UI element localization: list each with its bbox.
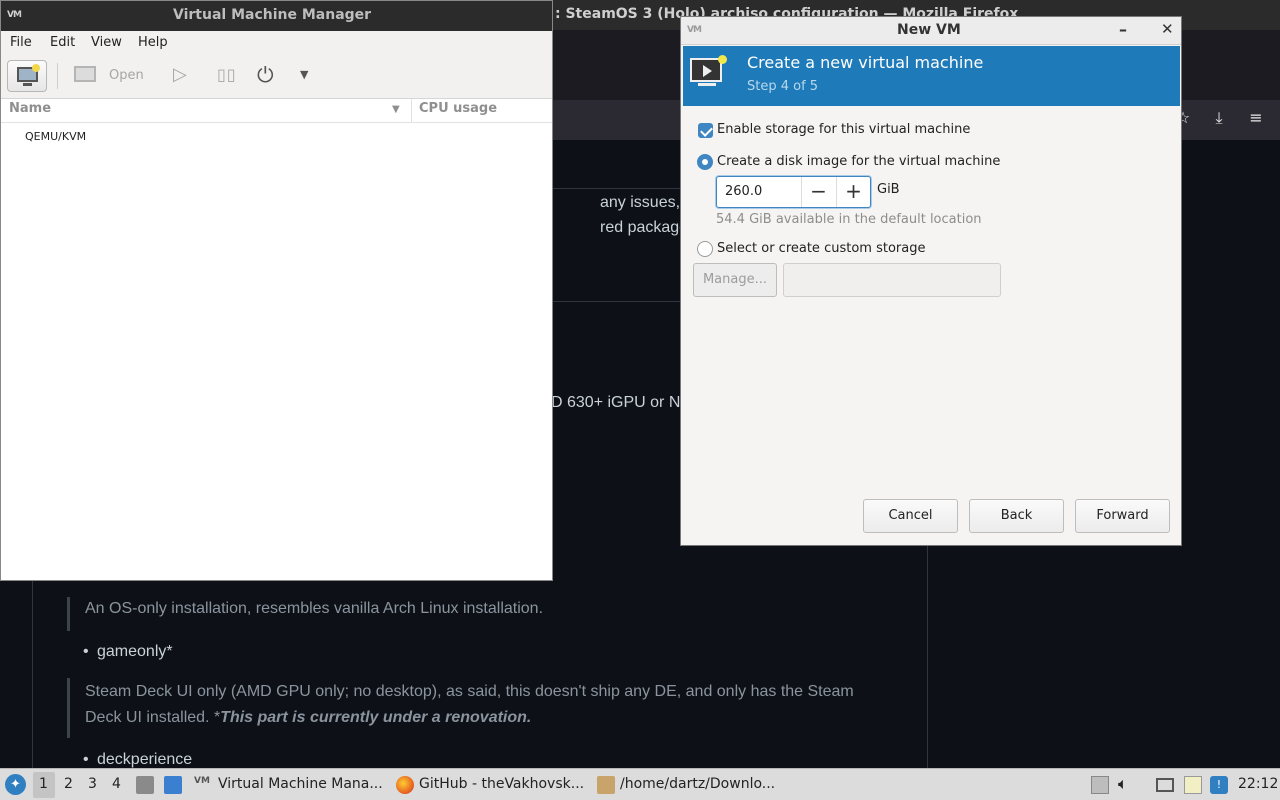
list-header: Name ▼ CPU usage (1, 99, 552, 123)
disk-size-spinner[interactable]: 260.0 − + (716, 176, 871, 208)
power-dropdown-icon[interactable]: ▼ (300, 68, 308, 81)
download-icon[interactable]: ⤓ (1208, 108, 1230, 130)
blockquote-line: Deck UI installed. *This part is current… (85, 705, 895, 731)
column-cpu[interactable]: CPU usage (419, 101, 497, 116)
back-button[interactable]: Back (969, 499, 1064, 533)
connection-row[interactable]: QEMU/KVM (25, 130, 86, 143)
increment-button[interactable]: + (836, 177, 870, 207)
menu-view[interactable]: View (91, 35, 122, 50)
open-button[interactable]: Open (109, 68, 144, 83)
vmm-toolbar: Open ▷ ▯▯ ⏻ ▼ (1, 55, 552, 99)
cancel-button[interactable]: Cancel (863, 499, 958, 533)
sort-icon[interactable]: ▼ (392, 104, 400, 115)
blockquote-bar (67, 597, 70, 631)
task-archive[interactable]: /home/dartz/Downlo... (620, 776, 775, 792)
enable-storage-checkbox[interactable] (698, 123, 713, 138)
pause-icon[interactable]: ▯▯ (217, 65, 237, 84)
start-menu-icon[interactable]: ✦ (5, 774, 26, 795)
vmm-menubar: File Edit View Help (1, 31, 552, 55)
dialog-titlebar: VM New VM – ✕ (681, 17, 1181, 45)
vmm-task-icon: VM (194, 776, 210, 786)
manage-button[interactable]: Manage... (693, 263, 777, 297)
custom-storage-path-field[interactable] (783, 263, 1001, 297)
vmm-app-icon: VM (7, 10, 22, 20)
vmm-titlebar: VM Virtual Machine Manager (1, 1, 552, 31)
forward-button[interactable]: Forward (1075, 499, 1170, 533)
wizard-title: Create a new virtual machine (747, 53, 984, 72)
blockquote-bar (67, 678, 70, 738)
vm-list: Name ▼ CPU usage QEMU/KVM (1, 99, 552, 580)
workspace-3[interactable]: 3 (88, 776, 97, 792)
wizard-header: Create a new virtual machine Step 4 of 5 (683, 46, 1180, 106)
blockquote-text: An OS-only installation, resembles vanil… (85, 600, 544, 617)
show-desktop-icon[interactable] (164, 776, 182, 794)
blockquote-part: Deck UI installed. * (85, 709, 221, 726)
text-line: D 630+ iGPU or N (551, 394, 681, 411)
vmm-window: VM Virtual Machine Manager File Edit Vie… (0, 0, 553, 581)
new-star-icon (32, 64, 40, 72)
vmm-window-title: Virtual Machine Manager (173, 7, 372, 23)
new-vm-button[interactable] (7, 60, 47, 92)
column-name[interactable]: Name (9, 101, 51, 116)
menu-file[interactable]: File (10, 35, 32, 50)
file-manager-icon[interactable] (136, 776, 154, 794)
wizard-step: Step 4 of 5 (747, 79, 819, 94)
task-vmm[interactable]: Virtual Machine Mana... (218, 776, 383, 792)
list-item: gameonly* (83, 643, 173, 661)
notification-icon[interactable]: ! (1210, 776, 1228, 794)
new-vm-dialog: VM New VM – ✕ Create a new virtual machi… (680, 16, 1182, 546)
run-icon[interactable]: ▷ (173, 64, 187, 85)
volume-icon[interactable]: 🔈︎ (1118, 774, 1128, 794)
clipboard-icon[interactable] (1184, 776, 1202, 794)
blockquote-line: Steam Deck UI only (AMD GPU only; no des… (85, 683, 854, 700)
column-separator (411, 99, 412, 123)
console-icon[interactable] (74, 66, 96, 82)
blockquote-text: Steam Deck UI only (AMD GPU only; no des… (85, 679, 895, 731)
decrement-button[interactable]: − (801, 177, 835, 207)
create-disk-radio[interactable] (697, 154, 713, 170)
workspace-4[interactable]: 4 (112, 776, 121, 792)
blockquote-emphasis: This part is currently under a renovatio… (220, 709, 532, 726)
custom-storage-radio[interactable] (697, 241, 713, 257)
workspace-1[interactable]: 1 (39, 776, 48, 792)
available-space: 54.4 GiB available in the default locati… (716, 212, 982, 227)
list-item: deckperience (83, 751, 192, 769)
minimize-icon[interactable]: – (1119, 20, 1127, 39)
power-icon[interactable]: ⏻ (257, 63, 274, 88)
firefox-task-icon (396, 776, 414, 794)
network-icon[interactable] (1156, 778, 1174, 792)
close-icon[interactable]: ✕ (1161, 20, 1174, 38)
menu-edit[interactable]: Edit (50, 35, 75, 50)
clock[interactable]: 22:12 (1238, 776, 1278, 792)
dialog-title: New VM (897, 22, 961, 38)
new-vm-icon (690, 55, 727, 89)
toolbar-separator (57, 63, 58, 89)
enable-storage-label[interactable]: Enable storage for this virtual machine (717, 122, 970, 137)
custom-storage-label[interactable]: Select or create custom storage (717, 241, 925, 256)
disk-size-value[interactable]: 260.0 (725, 184, 762, 199)
taskbar: ✦ 1 2 3 4 VM Virtual Machine Mana... Git… (0, 768, 1280, 800)
disk-unit: GiB (877, 182, 900, 197)
dialog-app-icon: VM (687, 25, 702, 35)
workspace-2[interactable]: 2 (64, 776, 73, 792)
create-disk-label[interactable]: Create a disk image for the virtual mach… (717, 154, 1000, 169)
tray-scroll-icon[interactable] (1091, 776, 1109, 794)
archive-task-icon (597, 776, 615, 794)
menu-icon[interactable]: ≡ (1245, 108, 1267, 130)
menu-help[interactable]: Help (138, 35, 168, 50)
task-firefox[interactable]: GitHub - theVakhovsk... (419, 776, 584, 792)
